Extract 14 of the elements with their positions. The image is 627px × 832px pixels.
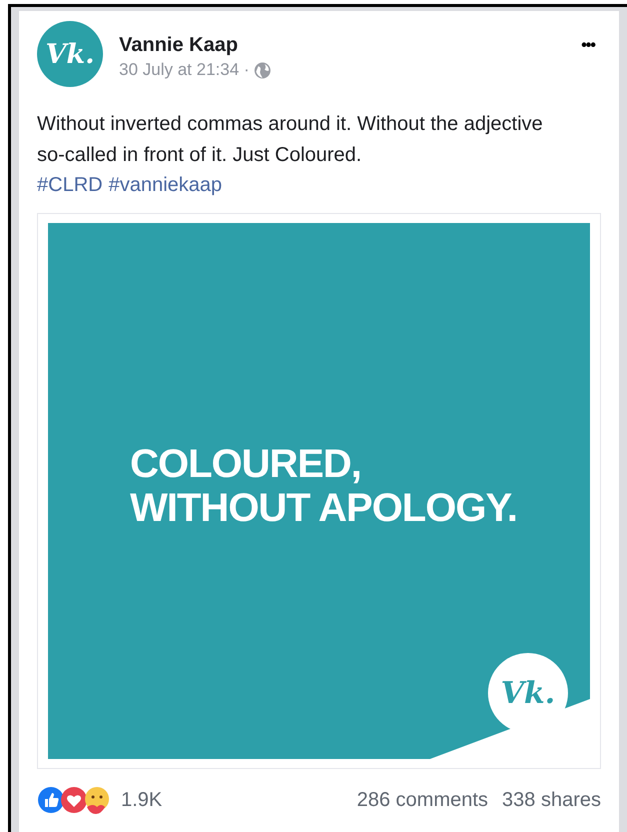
post-image-frame[interactable]: COLOURED, WITHOUT APOLOGY. Vk. — [37, 213, 601, 769]
hashtag-link[interactable]: #vanniekaap — [108, 171, 222, 199]
author-name[interactable]: Vannie Kaap — [119, 34, 560, 57]
comments-count[interactable]: 286 comments — [356, 788, 488, 812]
graphic-headline: WITHOUT APOLOGY. — [130, 486, 518, 530]
globe-icon — [254, 62, 272, 78]
post-text: Without inverted commas around it. Without the adjective so-called in front of it. Just Coloured. — [37, 112, 544, 168]
graphic-headline: COLOURED, — [130, 442, 362, 486]
page-avatar[interactable]: Vk. — [37, 21, 103, 87]
post-time[interactable]: 30 July at 21:34 · — [119, 60, 250, 80]
more-options-button[interactable]: ••• — [575, 21, 601, 55]
shares-count[interactable]: 338 shares — [502, 788, 601, 812]
hashtag-link[interactable]: #CLRD — [37, 171, 103, 199]
reaction-count[interactable]: 1.9K — [121, 788, 162, 812]
